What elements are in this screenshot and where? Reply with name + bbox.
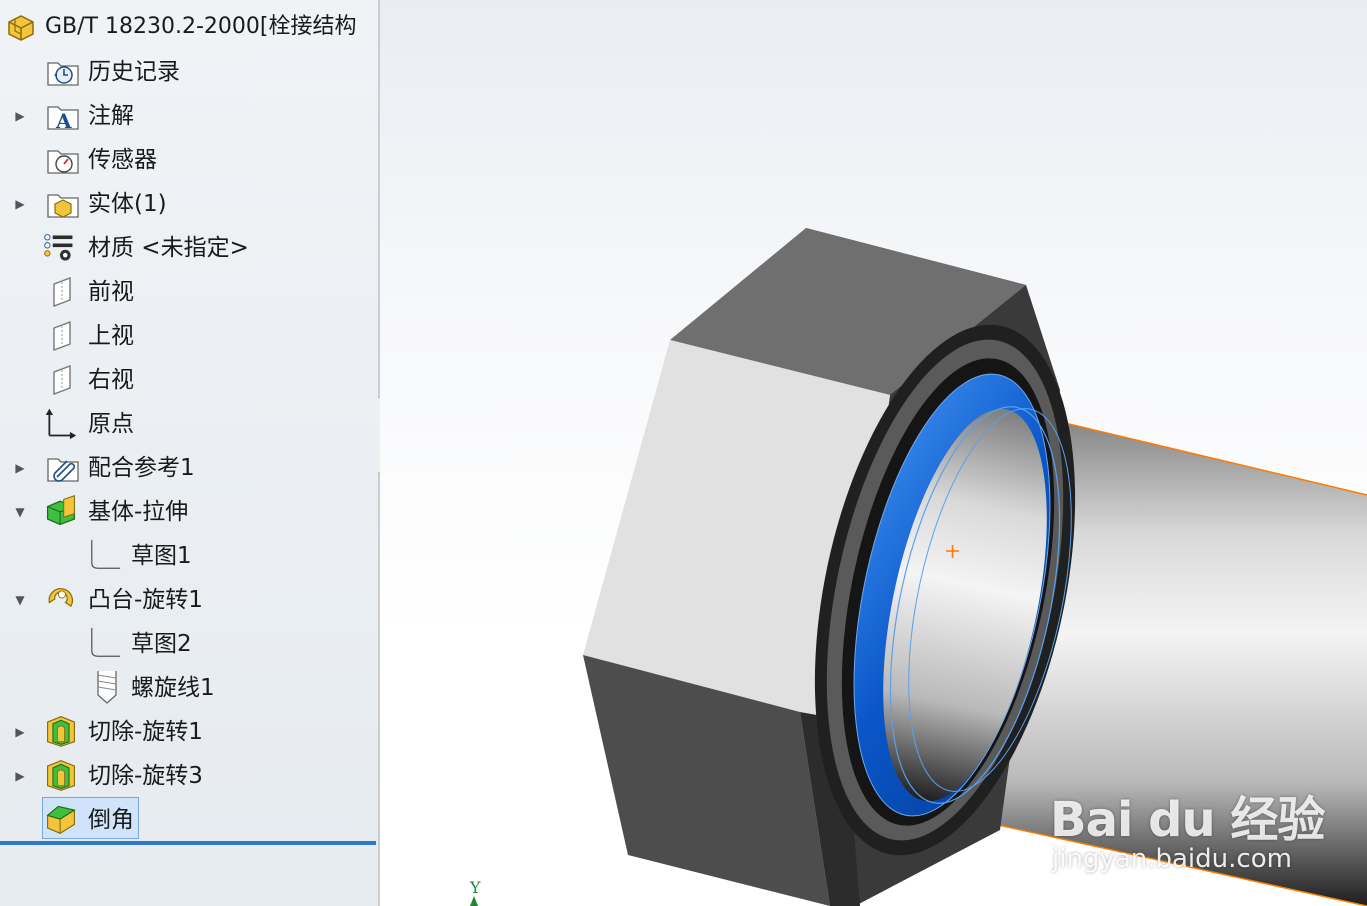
revolve-boss-icon [44, 582, 78, 616]
tree-item-label: 草图1 [131, 543, 192, 569]
triad-y-arrow-icon [470, 896, 478, 906]
annotations-folder-icon: A [46, 99, 80, 133]
tree-item-label: 螺旋线1 [131, 675, 215, 701]
tree-item-label: 右视 [88, 367, 134, 393]
collapse-arrow-icon[interactable]: ▼ [13, 505, 27, 519]
extrude-feature-icon [44, 494, 78, 528]
tree-item-label: 注解 [88, 103, 134, 129]
expand-arrow-icon[interactable]: ▶ [13, 769, 27, 783]
tree-item-history[interactable]: 历史记录 [0, 52, 378, 92]
tree-item-mate-reference[interactable]: ▶ 配合参考1 [0, 448, 378, 488]
expand-arrow-icon[interactable]: ▶ [13, 461, 27, 475]
sketch-icon [88, 626, 122, 660]
sensors-folder-icon [46, 143, 80, 177]
watermark-url: jingyan.baidu.com [1052, 844, 1292, 874]
rollback-bar[interactable] [0, 841, 376, 845]
part-title-row[interactable]: GB/T 18230.2-2000[栓接结构 [0, 8, 378, 48]
revolve-cut-icon [44, 758, 78, 792]
tree-item-helix[interactable]: 螺旋线1 [0, 668, 378, 708]
tree-item-sketch1[interactable]: 草图1 [0, 536, 378, 576]
expand-arrow-icon[interactable]: ▶ [13, 725, 27, 739]
helix-icon [90, 670, 124, 704]
tree-item-label: 实体(1) [88, 191, 167, 217]
tree-item-label: 配合参考1 [88, 455, 195, 481]
top-plane-icon [46, 319, 80, 353]
collapse-arrow-icon[interactable]: ▼ [13, 593, 27, 607]
svg-text:A: A [55, 109, 72, 131]
tree-item-label: 传感器 [88, 147, 157, 173]
tree-item-right-plane[interactable]: 右视 [0, 360, 378, 400]
tree-item-label: 上视 [88, 323, 134, 349]
expand-arrow-icon[interactable]: ▶ [13, 197, 27, 211]
tree-item-sketch2[interactable]: 草图2 [0, 624, 378, 664]
tree-item-revolve-boss[interactable]: ▼ 凸台-旋转1 [0, 580, 378, 620]
tree-item-label: 切除-旋转1 [88, 719, 203, 745]
baidu-watermark: Bai du 经验 jingyan.baidu.com [1050, 760, 1350, 880]
tree-item-material[interactable]: 材质 <未指定> [0, 228, 378, 268]
tree-item-label: 基体-拉伸 [88, 499, 189, 525]
tree-item-label: 前视 [88, 279, 134, 305]
tree-item-sensors[interactable]: 传感器 [0, 140, 378, 180]
history-folder-icon [46, 55, 80, 89]
right-plane-icon [46, 363, 80, 397]
tree-item-cut-revolve1[interactable]: ▶ 切除-旋转1 [0, 712, 378, 752]
solid-bodies-folder-icon [46, 187, 80, 221]
sketch-icon [88, 538, 122, 572]
tree-item-label: 凸台-旋转1 [88, 587, 203, 613]
material-icon [42, 231, 76, 265]
revolve-cut-icon [44, 714, 78, 748]
mate-reference-icon [46, 451, 80, 485]
part-icon [4, 10, 38, 44]
tree-item-label: 切除-旋转3 [88, 763, 203, 789]
tree-item-label: 倒角 [88, 807, 134, 833]
tree-item-label: 历史记录 [88, 59, 180, 85]
tree-item-label: 材质 <未指定> [88, 235, 249, 261]
tree-item-solid-bodies[interactable]: ▶ 实体(1) [0, 184, 378, 224]
front-plane-icon [46, 275, 80, 309]
part-title: GB/T 18230.2-2000[栓接结构 [45, 14, 357, 39]
watermark-logo: Bai du 经验 [1050, 792, 1325, 848]
tree-item-chamfer[interactable]: 倒角 [0, 800, 378, 840]
tree-item-label: 草图2 [131, 631, 192, 657]
tree-item-label: 原点 [88, 411, 134, 437]
triad-y-label: Y [470, 878, 481, 897]
expand-arrow-icon[interactable]: ▶ [13, 109, 27, 123]
origin-icon [44, 406, 78, 440]
chamfer-icon [44, 802, 78, 836]
tree-item-base-extrude[interactable]: ▼ 基体-拉伸 [0, 492, 378, 532]
tree-item-top-plane[interactable]: 上视 [0, 316, 378, 356]
tree-item-annotations[interactable]: ▶ A 注解 [0, 96, 378, 136]
tree-item-front-plane[interactable]: 前视 [0, 272, 378, 312]
feature-manager-tree: GB/T 18230.2-2000[栓接结构 历史记录 ▶ A 注解 传感器 ▶… [0, 0, 380, 906]
tree-item-cut-revolve3[interactable]: ▶ 切除-旋转3 [0, 756, 378, 796]
tree-item-origin[interactable]: 原点 [0, 404, 378, 444]
